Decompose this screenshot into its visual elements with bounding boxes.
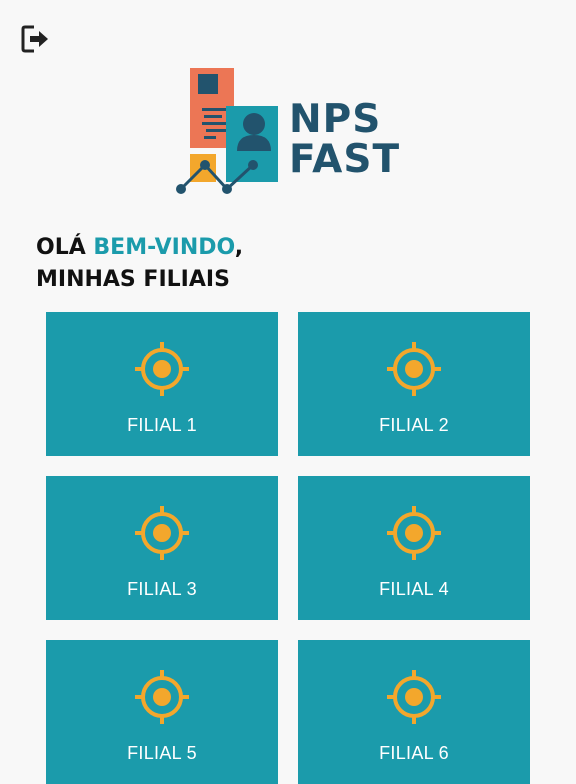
branch-tile-4[interactable]: FILIAL 4 [298, 476, 530, 620]
welcome-heading: OLÁ BEM-VINDO, MINHAS FILIAIS [36, 232, 243, 296]
brand-line-1: NPS [289, 97, 382, 142]
branch-label: FILIAL 6 [379, 743, 449, 763]
branch-tile-6[interactable]: FILIAL 6 [298, 640, 530, 784]
branches-title: MINHAS FILIAIS [36, 267, 230, 292]
branch-tile-1[interactable]: FILIAL 1 [46, 312, 278, 456]
branch-tile-3[interactable]: FILIAL 3 [46, 476, 278, 620]
branch-label: FILIAL 4 [379, 579, 449, 599]
target-icon [387, 342, 441, 396]
welcome-prefix: OLÁ [36, 235, 94, 260]
logout-button[interactable] [20, 23, 50, 55]
target-icon [387, 670, 441, 724]
branch-label: FILIAL 1 [127, 415, 197, 435]
welcome-highlight: BEM-VINDO [93, 235, 235, 260]
app-logo: NPS FAST [174, 66, 404, 196]
target-icon [135, 506, 189, 560]
brand-name: NPS FAST [289, 100, 400, 180]
branch-grid: FILIAL 1 FILIAL 2 FILIAL 3 FILIAL 4 FILI… [46, 312, 530, 784]
brand-line-2: FAST [289, 137, 401, 182]
logout-icon [21, 25, 48, 53]
branch-label: FILIAL 2 [379, 415, 449, 435]
target-icon [135, 670, 189, 724]
branch-tile-5[interactable]: FILIAL 5 [46, 640, 278, 784]
target-icon [135, 342, 189, 396]
logo-graphic [176, 68, 278, 194]
branch-tile-2[interactable]: FILIAL 2 [298, 312, 530, 456]
target-icon [387, 506, 441, 560]
welcome-suffix: , [234, 235, 244, 260]
branch-label: FILIAL 5 [127, 743, 197, 763]
welcome-line-1: OLÁ BEM-VINDO, [36, 232, 243, 264]
branch-label: FILIAL 3 [127, 579, 197, 599]
